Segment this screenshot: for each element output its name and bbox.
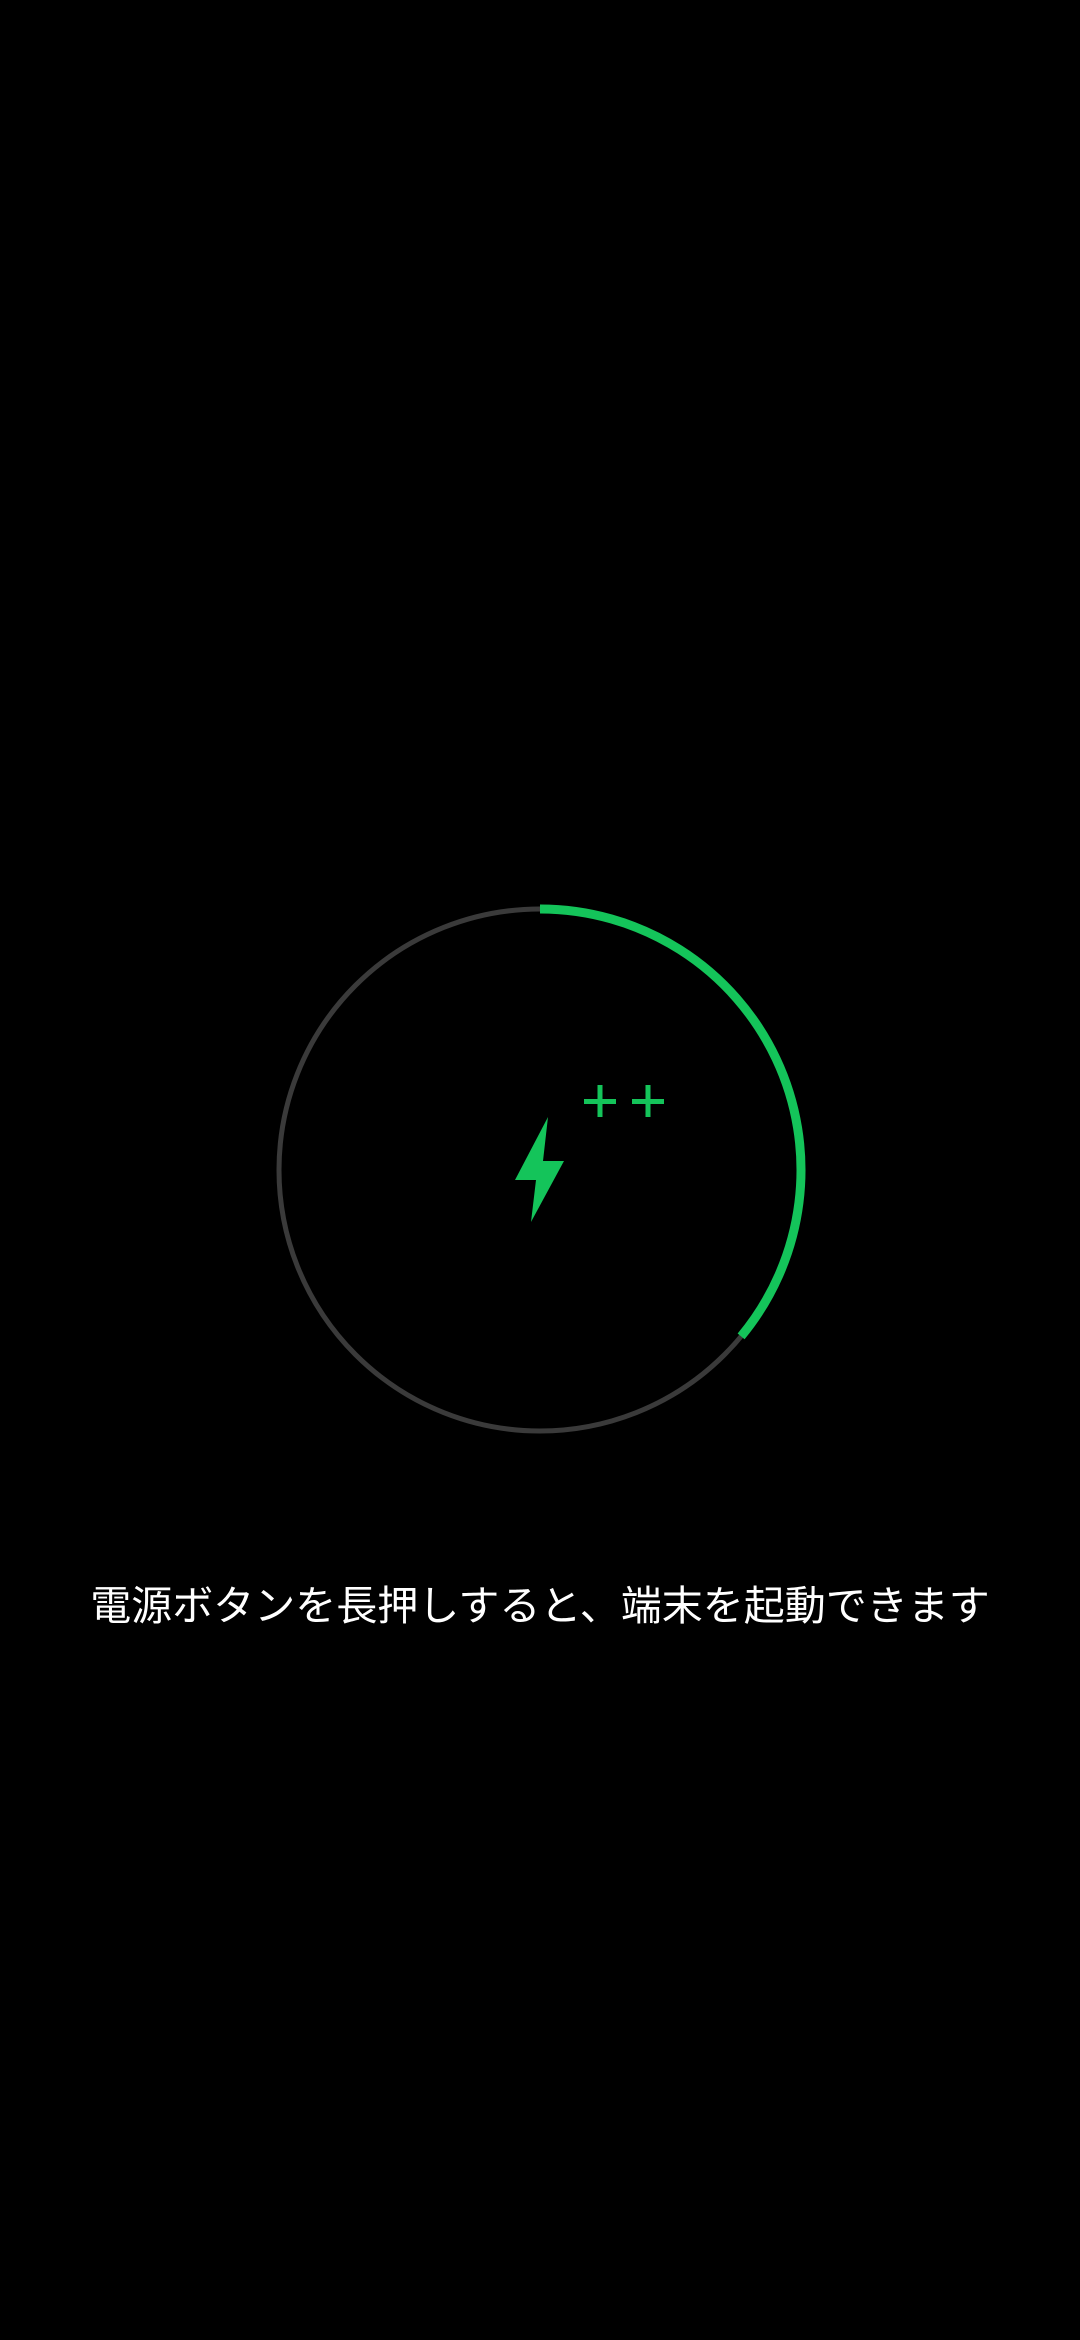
power-button-hint: 電源ボタンを長押しすると、端末を起動できます	[90, 1582, 990, 1630]
progress-arc	[539, 904, 806, 1340]
lightning-bolt-icon	[515, 1117, 564, 1222]
charging-indicator	[276, 904, 806, 1434]
fast-charge-plus-icons	[584, 1085, 664, 1117]
plus-icon	[584, 1085, 616, 1117]
charging-screen: 電源ボタンを長押しすると、端末を起動できます	[0, 0, 1080, 2340]
plus-icon	[632, 1085, 664, 1117]
